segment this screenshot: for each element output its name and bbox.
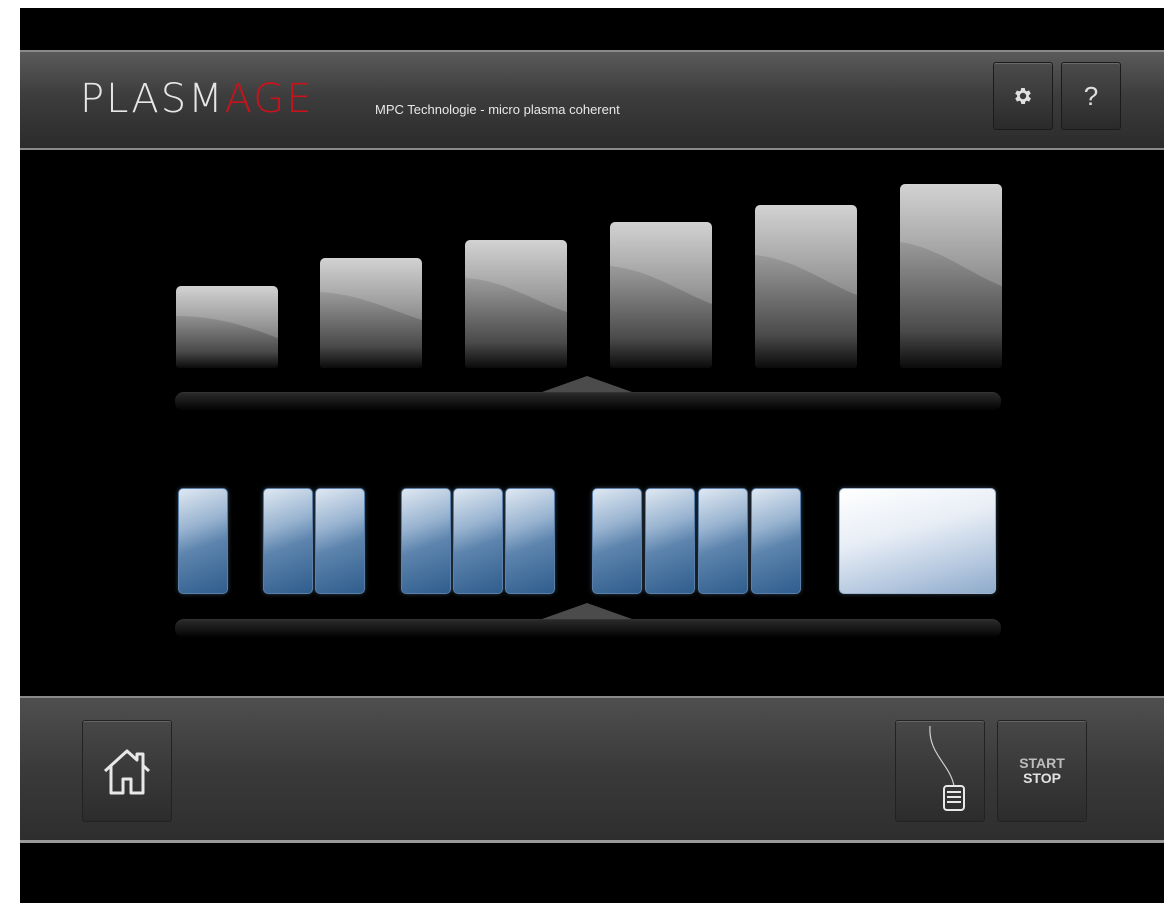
pulse-mode-4-block-3[interactable] bbox=[698, 488, 748, 594]
power-level-4[interactable] bbox=[610, 222, 712, 368]
power-level-3[interactable] bbox=[465, 240, 567, 368]
home-icon bbox=[103, 749, 151, 795]
app-logo: PLASMAGE bbox=[80, 76, 314, 122]
foot-pedal-icon bbox=[929, 725, 965, 811]
footer-bar: START STOP bbox=[20, 696, 1164, 843]
settings-button[interactable] bbox=[993, 62, 1053, 130]
app-screen: PLASMAGE MPC Technologie - micro plasma … bbox=[20, 8, 1164, 903]
gloss-highlight bbox=[755, 205, 857, 295]
pulse-mode-2-block-1[interactable] bbox=[263, 488, 313, 594]
app-tagline: MPC Technologie - micro plasma coherent bbox=[375, 102, 620, 117]
foot-pedal-button[interactable] bbox=[895, 720, 985, 822]
pulse-selector-pointer[interactable] bbox=[542, 603, 632, 619]
power-level-6[interactable] bbox=[900, 184, 1002, 368]
power-selector-pointer[interactable] bbox=[542, 376, 632, 392]
gloss-highlight bbox=[176, 286, 278, 338]
pulse-mode-3-block-3[interactable] bbox=[505, 488, 555, 594]
power-level-5[interactable] bbox=[755, 205, 857, 368]
pulse-mode-3-block-1[interactable] bbox=[401, 488, 451, 594]
pulse-mode-1-block-1[interactable] bbox=[178, 488, 228, 594]
power-level-2[interactable] bbox=[320, 258, 422, 368]
gloss-highlight bbox=[320, 258, 422, 320]
gear-icon bbox=[1015, 88, 1031, 104]
pulse-selector-track[interactable] bbox=[175, 619, 1001, 638]
power-level-1[interactable] bbox=[176, 286, 278, 368]
pulse-mode-4-block-4[interactable] bbox=[751, 488, 801, 594]
start-label: START bbox=[1019, 755, 1065, 771]
pulse-mode-4-block-1[interactable] bbox=[592, 488, 642, 594]
help-icon: ? bbox=[1083, 80, 1099, 111]
pulse-mode-continuous[interactable] bbox=[839, 488, 996, 594]
stop-label: STOP bbox=[1023, 770, 1061, 786]
help-button[interactable]: ? bbox=[1061, 62, 1121, 130]
pulse-mode-3-block-2[interactable] bbox=[453, 488, 503, 594]
home-button[interactable] bbox=[82, 720, 172, 822]
pulse-mode-4-block-2[interactable] bbox=[645, 488, 695, 594]
header-bar: PLASMAGE MPC Technologie - micro plasma … bbox=[20, 50, 1164, 150]
power-selector-track[interactable] bbox=[175, 392, 1001, 411]
gloss-highlight bbox=[900, 184, 1002, 286]
gloss-highlight bbox=[610, 222, 712, 304]
gloss-highlight bbox=[465, 240, 567, 312]
pulse-mode-2-block-2[interactable] bbox=[315, 488, 365, 594]
start-stop-button[interactable]: START STOP bbox=[997, 720, 1087, 822]
